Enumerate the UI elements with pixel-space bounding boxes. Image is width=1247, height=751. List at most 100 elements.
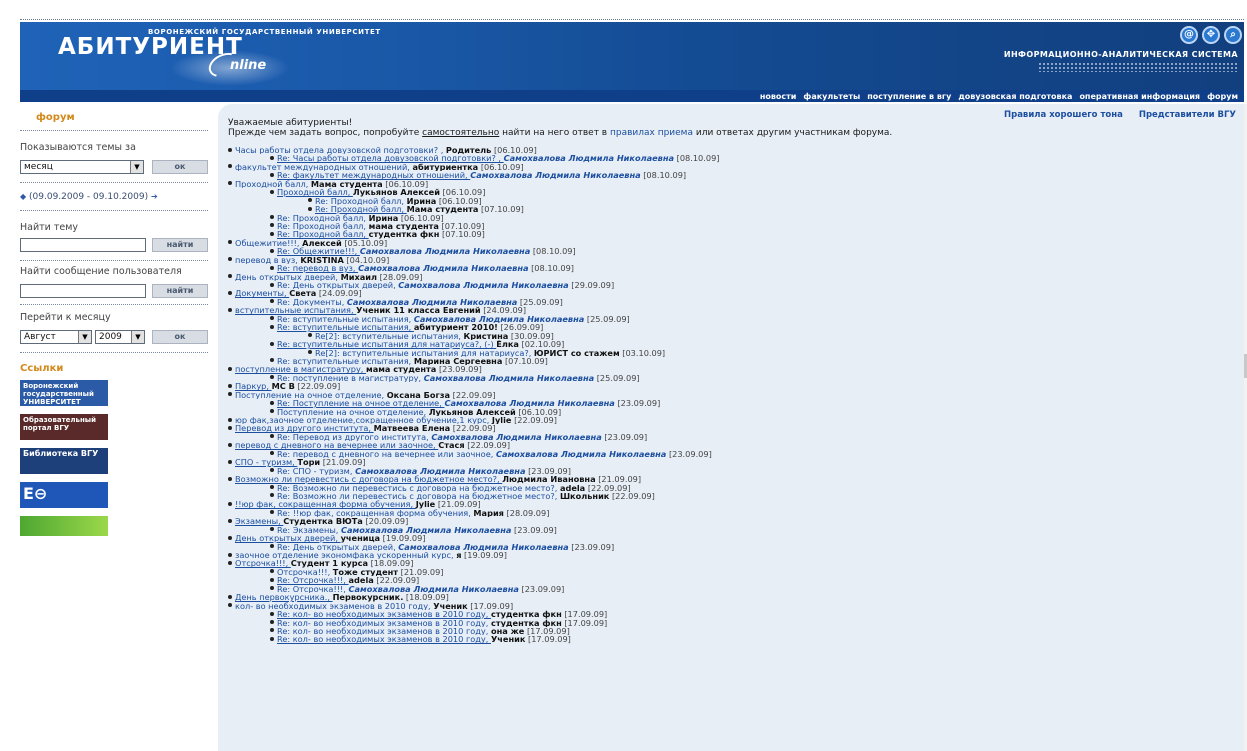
- rules-link[interactable]: Правила хорошего тона: [1004, 110, 1123, 120]
- nav-preuniversity[interactable]: довузовская подготовка: [958, 92, 1072, 101]
- post-title-link[interactable]: Re: кол- во необходимых экзаменов в 2010…: [277, 610, 491, 618]
- post-author: Самохвалова Людмила Николаевна: [341, 525, 512, 535]
- post-date: [22.09.09]: [609, 491, 655, 501]
- post-title-link[interactable]: Re: поступление в магистратуру,: [277, 374, 424, 382]
- post-title-link[interactable]: Проходной балл,: [277, 188, 353, 196]
- post-title-link[interactable]: Re: Проходной балл,: [277, 230, 369, 238]
- post-title-link[interactable]: Re: !!юр фак, сокращенная форма обучения…: [277, 509, 473, 517]
- post-title-link[interactable]: Отсрочка!!!,: [277, 568, 333, 576]
- post-title-link[interactable]: Re: кол- во необходимых экзаменов в 2010…: [277, 619, 491, 627]
- post-title-link[interactable]: Re: Документы,: [277, 298, 347, 306]
- period-ok-button[interactable]: ок: [152, 160, 208, 174]
- at-icon[interactable]: @: [1180, 26, 1198, 44]
- forum-post-row: Re: Отсрочка!!!, Самохвалова Людмила Ник…: [228, 585, 1228, 593]
- post-title-link[interactable]: Re: перевод в вуз,: [277, 264, 358, 272]
- post-title-link[interactable]: кол- во необходимых экзаменов в 2010 год…: [235, 602, 433, 610]
- post-title-link[interactable]: Re: Экзамены,: [277, 526, 341, 534]
- nav-faculties[interactable]: факультеты: [803, 92, 860, 101]
- post-title-link[interactable]: Re: СПО - туризм,: [277, 467, 355, 475]
- post-date: [08.10.09]: [528, 264, 574, 273]
- post-title-link[interactable]: Re: Проходной балл,: [277, 222, 369, 230]
- post-title-link[interactable]: Re: кол- во необходимых экзаменов в 2010…: [277, 627, 491, 635]
- post-title-link[interactable]: СПО - туризм,: [235, 458, 297, 466]
- post-title-link[interactable]: Общежитие!!!,: [235, 239, 302, 247]
- post-title-link[interactable]: Паркур,: [235, 382, 272, 390]
- post-title-link[interactable]: Экзамены,: [235, 517, 283, 525]
- post-title-link[interactable]: День первокурсника.,: [235, 593, 333, 601]
- post-title-link[interactable]: перевод в вуз,: [235, 256, 300, 264]
- post-title-link[interactable]: Re: Отсрочка!!!,: [277, 585, 349, 593]
- post-title-link[interactable]: Поступление на очное отделение,: [235, 391, 387, 399]
- vsu-banner[interactable]: Воронежский государственный УНИВЕРСИТЕТ: [20, 380, 108, 406]
- post-title-link[interactable]: Re: перевод с дневного на вечернее или з…: [277, 450, 496, 458]
- month-select[interactable]: Август ▼: [20, 330, 92, 344]
- post-title-link[interactable]: Часы работы отдела довузовской подготовк…: [235, 146, 446, 154]
- post-title-link[interactable]: Возможно ли перевестись с договора на бю…: [235, 475, 502, 483]
- self-link[interactable]: самостоятельно: [422, 128, 499, 138]
- post-title-link[interactable]: перевод с дневного на вечернее или заочн…: [235, 441, 438, 449]
- post-title-link[interactable]: День открытых дверей,: [235, 273, 341, 281]
- library-banner[interactable]: Библиотека ВГУ: [20, 448, 108, 474]
- post-title-link[interactable]: Re: кол- во необходимых экзаменов в 2010…: [277, 635, 491, 643]
- post-title-link[interactable]: !!юр фак, сокращенная форма обучения,: [235, 500, 416, 508]
- bullet-icon: [228, 535, 232, 540]
- post-title-link[interactable]: Re: День открытых дверей,: [277, 281, 398, 289]
- post-title-link[interactable]: Re[2]: вступительные испытания,: [315, 332, 464, 340]
- post-title-link[interactable]: Отсрочка!!!,: [235, 559, 291, 567]
- post-title-link[interactable]: Re: Поступление на очное отделение,: [277, 399, 444, 407]
- year-select[interactable]: 2009 ▼: [95, 330, 145, 344]
- representatives-link[interactable]: Представители ВГУ: [1139, 110, 1236, 120]
- forum-post-row: Документы, Света [24.09.09]: [228, 289, 1228, 298]
- post-title-link[interactable]: Re: День открытых дверей,: [277, 543, 398, 551]
- next-range-arrow-icon[interactable]: ➔: [151, 192, 158, 201]
- admission-rules-link[interactable]: правилах приема: [610, 128, 693, 138]
- find-user-input[interactable]: [20, 284, 146, 298]
- post-title-link[interactable]: Re: вступительные испытания для натариус…: [277, 340, 496, 348]
- post-title-link[interactable]: Перевод из другого института,: [235, 424, 374, 432]
- nav-admission[interactable]: поступление в вгу: [867, 92, 951, 101]
- post-title-link[interactable]: поступление в магистратуру,: [235, 365, 366, 373]
- post-title-link[interactable]: Re: Проходной балл,: [315, 205, 407, 213]
- nav-forum[interactable]: форум: [1207, 92, 1238, 101]
- post-title-link[interactable]: Re: Проходной балл,: [315, 197, 407, 205]
- post-title-link[interactable]: Re: вступительные испытания,: [277, 315, 414, 323]
- post-title-link[interactable]: Проходной балл,: [235, 180, 311, 188]
- period-select[interactable]: месяц ▼: [20, 160, 144, 174]
- post-title-link[interactable]: День открытых дверей,: [235, 534, 341, 542]
- post-title-link[interactable]: Re: факультет международных отношений,: [277, 171, 470, 179]
- post-title-link[interactable]: Re[2]: вступительные испытания для натар…: [315, 349, 534, 357]
- green-banner[interactable]: [20, 516, 108, 536]
- forum-post-row: Паркур, MC B [22.09.09]: [228, 382, 1228, 390]
- post-title-link[interactable]: вступительные испытания,: [235, 306, 356, 314]
- globe-icon[interactable]: ✥: [1202, 26, 1220, 44]
- post-title-link[interactable]: Re: Возможно ли перевестись с договора н…: [277, 492, 560, 500]
- post-title-link[interactable]: Поступление на очное отделение,: [277, 408, 429, 416]
- post-title-link[interactable]: Re: Общежитие!!!,: [277, 247, 360, 255]
- nav-news[interactable]: новости: [760, 92, 797, 101]
- find-topic-button[interactable]: найти: [152, 238, 208, 252]
- goto-month-ok-button[interactable]: ок: [152, 330, 208, 344]
- find-user-button[interactable]: найти: [152, 284, 208, 298]
- search-icon[interactable]: ⌕: [1224, 26, 1242, 44]
- post-title-link[interactable]: Re: вступительные испытания,: [277, 323, 414, 331]
- post-title-link[interactable]: юр фак,заочное отделение,сокращенное обу…: [235, 416, 492, 424]
- bullet-icon: [270, 189, 274, 194]
- nav-operative-info[interactable]: оперативная информация: [1079, 92, 1200, 101]
- prev-range-arrow-icon[interactable]: ◆: [20, 192, 26, 201]
- decorative-dots: [1038, 62, 1238, 72]
- post-date: [23.09.09]: [511, 525, 557, 535]
- eo-logo-banner[interactable]: E⊖: [20, 482, 108, 508]
- edu-portal-banner[interactable]: Образовательный портал ВГУ: [20, 414, 108, 440]
- post-title-link[interactable]: Re: вступительные испытания,: [277, 357, 414, 365]
- post-title-link[interactable]: Re: Часы работы отдела довузовской подго…: [277, 154, 504, 162]
- post-title-link[interactable]: Re: Отсрочка!!!,: [277, 576, 349, 584]
- post-title-link[interactable]: заочное отделение экономфака ускоренный …: [235, 551, 456, 559]
- post-title-link[interactable]: Re: Возможно ли перевестись с договора н…: [277, 484, 560, 492]
- post-title-link[interactable]: Документы,: [235, 289, 289, 297]
- post-date: [06.10.09]: [478, 162, 524, 172]
- find-topic-input[interactable]: [20, 238, 146, 252]
- post-title-link[interactable]: Re: Перевод из другого института,: [277, 433, 431, 441]
- post-author: Родитель: [445, 146, 492, 155]
- post-title-link[interactable]: Re: Проходной балл,: [277, 214, 369, 222]
- post-title-link[interactable]: факультет международных отношений,: [235, 163, 413, 171]
